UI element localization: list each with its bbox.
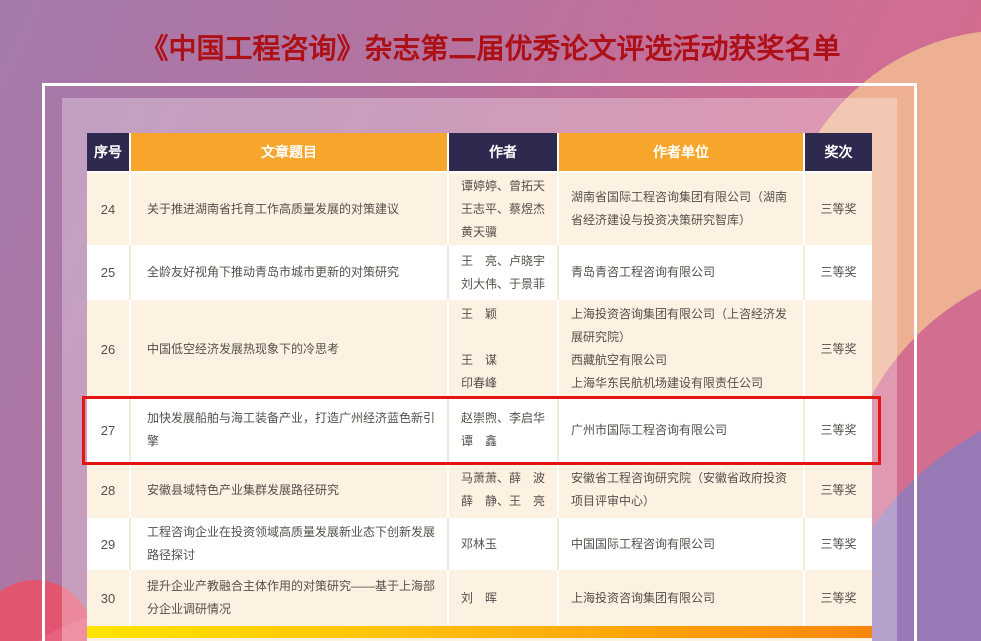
- header-authors: 作者: [449, 133, 559, 171]
- article-title: 全龄友好视角下推动青岛市城市更新的对策研究: [131, 245, 449, 300]
- author-organization: 上海投资咨询集团有限公司: [559, 570, 805, 626]
- author-organization: 安徽省工程咨询研究院（安徽省政府投资项目评审中心）: [559, 462, 805, 518]
- header-award: 奖次: [805, 133, 872, 171]
- authors: 刘 晖: [449, 570, 559, 626]
- author-organization: 上海投资咨询集团有限公司（上咨经济发展研究院） 西藏航空有限公司 上海华东民航机…: [559, 300, 805, 398]
- award-level: 三等奖: [805, 518, 872, 570]
- award-level: 三等奖: [805, 398, 872, 462]
- authors: 马萧萧、薛 波 薛 静、王 亮: [449, 462, 559, 518]
- award-table: 序号 文章题目 作者 作者单位 奖次 24 关于推进湖南省托育工作高质量发展的对…: [87, 133, 872, 641]
- screenshot-canvas: 《中国工程咨询》杂志第二届优秀论文评选活动获奖名单 序号 文章题目 作者 作者单…: [0, 0, 981, 641]
- row-number: 28: [87, 462, 131, 518]
- author-organization: 中国国际工程咨询有限公司: [559, 518, 805, 570]
- header-number: 序号: [87, 133, 131, 171]
- award-level: 三等奖: [805, 570, 872, 626]
- article-title: 工程咨询企业在投资领域高质量发展新业态下创新发展路径探讨: [131, 518, 449, 570]
- header-title: 文章题目: [131, 133, 449, 171]
- table-row: 24 关于推进湖南省托育工作高质量发展的对策建议 谭婷婷、曾拓天 王志平、蔡煜杰…: [87, 173, 872, 245]
- author-organization: 广州市国际工程咨询有限公司: [559, 398, 805, 462]
- author-organization: 青岛青咨工程咨询有限公司: [559, 245, 805, 300]
- award-level: 三等奖: [805, 462, 872, 518]
- author-organization: 湖南省国际工程咨询集团有限公司（湖南省经济建设与投资决策研究智库）: [559, 173, 805, 245]
- authors: 邓林玉: [449, 518, 559, 570]
- row-number: 29: [87, 518, 131, 570]
- page-title: 《中国工程咨询》杂志第二届优秀论文评选活动获奖名单: [0, 27, 981, 67]
- row-number: 30: [87, 570, 131, 626]
- header-organization: 作者单位: [559, 133, 805, 171]
- authors: 王 颖 王 谋 印春峰: [449, 300, 559, 398]
- row-number: 26: [87, 300, 131, 398]
- authors: 赵崇煦、李启华 谭 鑫: [449, 398, 559, 462]
- table-row: 27 加快发展船舶与海工装备产业，打造广州经济蓝色新引擎 赵崇煦、李启华 谭 鑫…: [87, 398, 872, 462]
- row-number: 25: [87, 245, 131, 300]
- award-level: 三等奖: [805, 173, 872, 245]
- authors: 王 亮、卢晓宇 刘大伟、于景菲: [449, 245, 559, 300]
- article-title: 安徽县域特色产业集群发展路径研究: [131, 462, 449, 518]
- table-header-row: 序号 文章题目 作者 作者单位 奖次: [87, 133, 872, 173]
- table-row: 28 安徽县域特色产业集群发展路径研究 马萧萧、薛 波 薛 静、王 亮 安徽省工…: [87, 462, 872, 518]
- article-title: 关于推进湖南省托育工作高质量发展的对策建议: [131, 173, 449, 245]
- award-level: 三等奖: [805, 300, 872, 398]
- authors: 谭婷婷、曾拓天 王志平、蔡煜杰 黄天骥: [449, 173, 559, 245]
- row-number: 24: [87, 173, 131, 245]
- award-level: 三等奖: [805, 245, 872, 300]
- article-title: 加快发展船舶与海工装备产业，打造广州经济蓝色新引擎: [131, 398, 449, 462]
- row-number: 27: [87, 398, 131, 462]
- article-title: 中国低空经济发展热现象下的冷思考: [131, 300, 449, 398]
- table-row: 26 中国低空经济发展热现象下的冷思考 王 颖 王 谋 印春峰 上海投资咨询集团…: [87, 300, 872, 398]
- table-row: 25 全龄友好视角下推动青岛市城市更新的对策研究 王 亮、卢晓宇 刘大伟、于景菲…: [87, 245, 872, 300]
- table-row: 30 提升企业产教融合主体作用的对策研究——基于上海部分企业调研情况 刘 晖 上…: [87, 570, 872, 626]
- article-title: 提升企业产教融合主体作用的对策研究——基于上海部分企业调研情况: [131, 570, 449, 626]
- table-row: 29 工程咨询企业在投资领域高质量发展新业态下创新发展路径探讨 邓林玉 中国国际…: [87, 518, 872, 570]
- gradient-divider-bar: [87, 626, 872, 638]
- table-body: 24 关于推进湖南省托育工作高质量发展的对策建议 谭婷婷、曾拓天 王志平、蔡煜杰…: [87, 173, 872, 626]
